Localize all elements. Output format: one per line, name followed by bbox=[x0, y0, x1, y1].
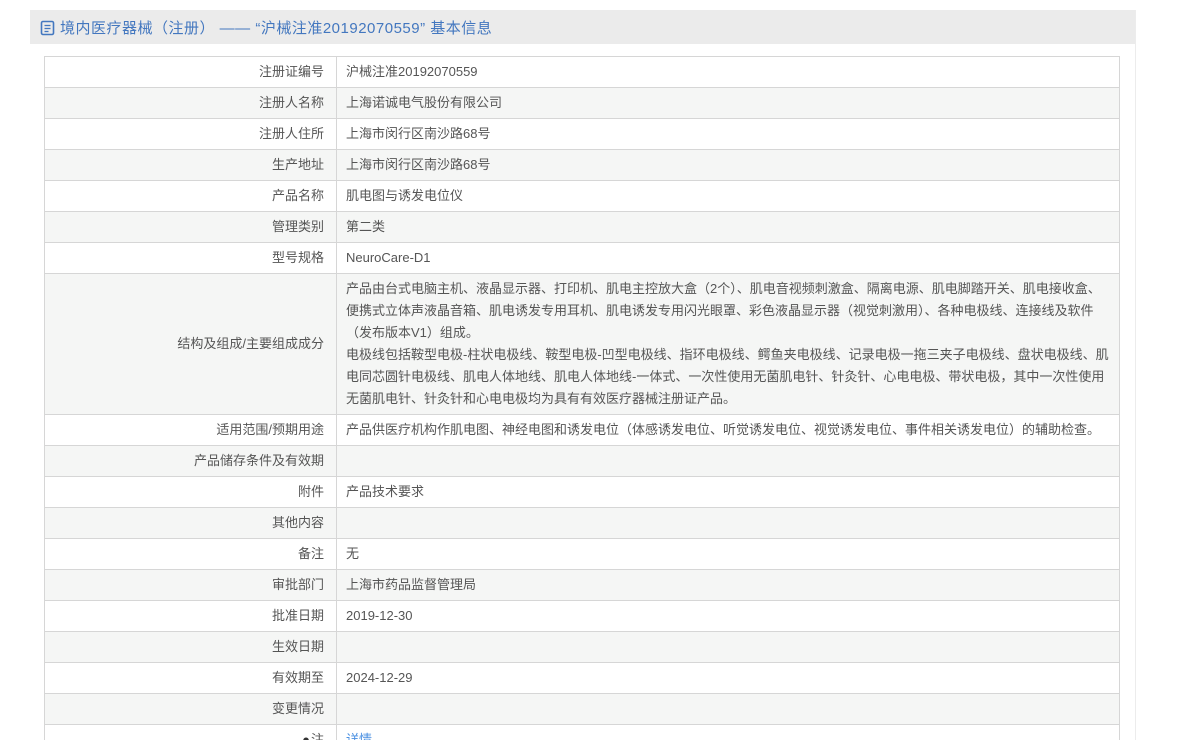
info-table-body: 注册证编号沪械注准20192070559注册人名称上海诺诚电气股份有限公司注册人… bbox=[45, 57, 1120, 740]
row-label: 审批部门 bbox=[45, 570, 337, 601]
row-value: 上海市闵行区南沙路68号 bbox=[337, 119, 1120, 150]
row-value bbox=[337, 694, 1120, 725]
note-bullet-icon: ● bbox=[302, 732, 310, 740]
info-table: 注册证编号沪械注准20192070559注册人名称上海诺诚电气股份有限公司注册人… bbox=[44, 56, 1120, 740]
row-label: 适用范围/预期用途 bbox=[45, 415, 337, 446]
row-value: 产品供医疗机构作肌电图、神经电图和诱发电位（体感诱发电位、听觉诱发电位、视觉诱发… bbox=[337, 415, 1120, 446]
row-value: 2024-12-29 bbox=[337, 663, 1120, 694]
table-row: 型号规格NeuroCare-D1 bbox=[45, 243, 1120, 274]
row-label: 注册证编号 bbox=[45, 57, 337, 88]
row-value bbox=[337, 508, 1120, 539]
table-row: 注册人名称上海诺诚电气股份有限公司 bbox=[45, 88, 1120, 119]
row-label: 注册人名称 bbox=[45, 88, 337, 119]
table-row: 注册人住所上海市闵行区南沙路68号 bbox=[45, 119, 1120, 150]
row-label: 管理类别 bbox=[45, 212, 337, 243]
table-row: 审批部门上海市药品监督管理局 bbox=[45, 570, 1120, 601]
row-value: 沪械注准20192070559 bbox=[337, 57, 1120, 88]
page: 境内医疗器械（注册） —— “沪械注准20192070559” 基本信息 注册证… bbox=[0, 0, 1200, 740]
row-label: 附件 bbox=[45, 477, 337, 508]
row-value: 产品由台式电脑主机、液晶显示器、打印机、肌电主控放大盒（2个）、肌电音视频刺激盒… bbox=[337, 274, 1120, 415]
row-value: 详情 bbox=[337, 725, 1120, 740]
page-header-bar: 境内医疗器械（注册） —— “沪械注准20192070559” 基本信息 bbox=[30, 10, 1135, 44]
row-value: 无 bbox=[337, 539, 1120, 570]
row-value bbox=[337, 632, 1120, 663]
row-value: 产品技术要求 bbox=[337, 477, 1120, 508]
table-row: 产品储存条件及有效期 bbox=[45, 446, 1120, 477]
row-value: 2019-12-30 bbox=[337, 601, 1120, 632]
row-value: NeuroCare-D1 bbox=[337, 243, 1120, 274]
table-row: 生效日期 bbox=[45, 632, 1120, 663]
table-row: 有效期至2024-12-29 bbox=[45, 663, 1120, 694]
row-value: 上海市药品监督管理局 bbox=[337, 570, 1120, 601]
page-title: 境内医疗器械（注册） —— “沪械注准20192070559” 基本信息 bbox=[60, 17, 492, 38]
row-label: 结构及组成/主要组成成分 bbox=[45, 274, 337, 415]
table-row: 其他内容 bbox=[45, 508, 1120, 539]
row-label: 型号规格 bbox=[45, 243, 337, 274]
table-row: 附件产品技术要求 bbox=[45, 477, 1120, 508]
row-value: 第二类 bbox=[337, 212, 1120, 243]
table-row: 批准日期2019-12-30 bbox=[45, 601, 1120, 632]
table-row: 结构及组成/主要组成成分产品由台式电脑主机、液晶显示器、打印机、肌电主控放大盒（… bbox=[45, 274, 1120, 415]
row-label: 产品储存条件及有效期 bbox=[45, 446, 337, 477]
content-container: 境内医疗器械（注册） —— “沪械注准20192070559” 基本信息 注册证… bbox=[30, 10, 1136, 740]
table-row: 变更情况 bbox=[45, 694, 1120, 725]
row-label: 其他内容 bbox=[45, 508, 337, 539]
row-label: 批准日期 bbox=[45, 601, 337, 632]
table-row: 管理类别第二类 bbox=[45, 212, 1120, 243]
row-label: 生产地址 bbox=[45, 150, 337, 181]
row-value: 上海诺诚电气股份有限公司 bbox=[337, 88, 1120, 119]
row-label: 有效期至 bbox=[45, 663, 337, 694]
table-row: 适用范围/预期用途产品供医疗机构作肌电图、神经电图和诱发电位（体感诱发电位、听觉… bbox=[45, 415, 1120, 446]
table-row: 注册证编号沪械注准20192070559 bbox=[45, 57, 1120, 88]
table-row: 生产地址上海市闵行区南沙路68号 bbox=[45, 150, 1120, 181]
row-label: 注册人住所 bbox=[45, 119, 337, 150]
row-label: ●注 bbox=[45, 725, 337, 740]
detail-link[interactable]: 详情 bbox=[346, 732, 372, 740]
row-value: 肌电图与诱发电位仪 bbox=[337, 181, 1120, 212]
document-icon bbox=[40, 20, 55, 36]
table-row: ●注 详情 bbox=[45, 725, 1120, 740]
row-label: 备注 bbox=[45, 539, 337, 570]
info-table-wrap: 注册证编号沪械注准20192070559注册人名称上海诺诚电气股份有限公司注册人… bbox=[44, 56, 1121, 740]
row-label: 产品名称 bbox=[45, 181, 337, 212]
row-value bbox=[337, 446, 1120, 477]
row-label: 生效日期 bbox=[45, 632, 337, 663]
row-value: 上海市闵行区南沙路68号 bbox=[337, 150, 1120, 181]
row-label: 变更情况 bbox=[45, 694, 337, 725]
table-row: 产品名称肌电图与诱发电位仪 bbox=[45, 181, 1120, 212]
table-row: 备注无 bbox=[45, 539, 1120, 570]
